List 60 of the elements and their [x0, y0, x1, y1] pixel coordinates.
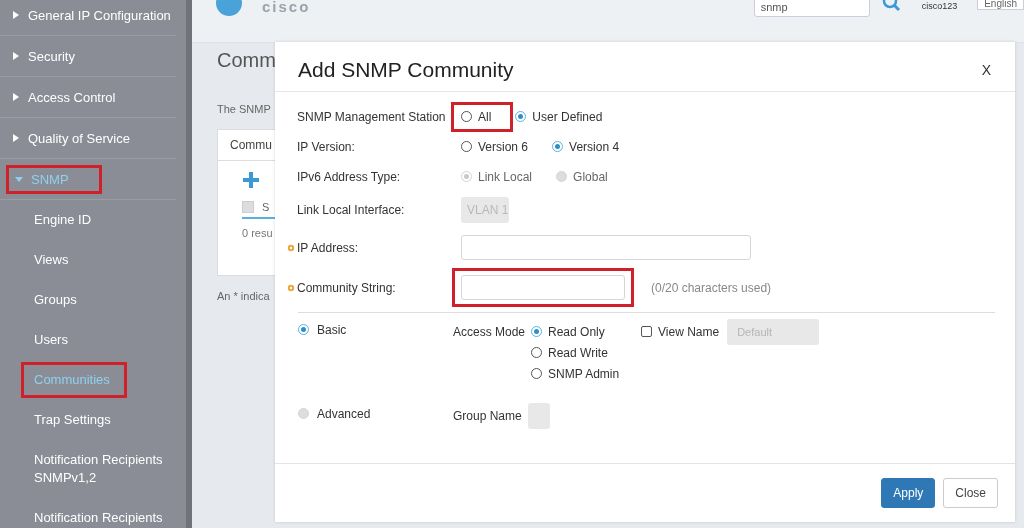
option-label: User Defined [532, 109, 603, 124]
logo-text: cisco [262, 0, 311, 15]
radio-icon[interactable] [531, 347, 543, 359]
radio-icon[interactable] [461, 141, 472, 153]
option-label: Advanced [317, 406, 371, 421]
add-icon[interactable] [242, 171, 260, 189]
field-label: Community String: [297, 280, 396, 295]
field-label: SNMP Management Station [297, 109, 446, 124]
radio-icon[interactable] [515, 111, 527, 123]
username: cisco123 [921, 1, 958, 11]
close-button[interactable]: Close [943, 477, 998, 508]
text-field[interactable] [461, 235, 751, 261]
radio-icon[interactable] [552, 141, 564, 153]
sidebar-item[interactable]: Engine ID [34, 211, 92, 229]
sidebar-section[interactable]: Quality of Service [28, 130, 130, 146]
option-label: Link Local [478, 169, 533, 184]
field-label: Group Name [453, 408, 522, 423]
dialog-title: Add SNMP Community [298, 58, 514, 83]
field-label: Access Mode [453, 324, 526, 339]
option-label: Read Only [548, 324, 605, 339]
field-label: IP Address: [297, 240, 359, 255]
sidebar-item[interactable]: Notification Recipients [34, 509, 163, 527]
sidebar-section[interactable]: General IP Configuration [28, 7, 171, 23]
sidebar-item[interactable]: Views [34, 251, 69, 269]
option-label: Basic [317, 322, 347, 337]
search-icon[interactable] [881, 0, 902, 14]
radio-icon[interactable] [461, 111, 472, 123]
search-field[interactable]: snmp [753, 0, 870, 17]
text-field[interactable] [461, 275, 625, 301]
radio-icon[interactable] [531, 368, 543, 380]
sidebar-item[interactable]: Trap Settings [34, 411, 111, 429]
sidebar-item[interactable]: Groups [34, 291, 77, 309]
page-description: The SNMP [217, 103, 271, 115]
sidebar-item[interactable]: Communities [21, 362, 127, 398]
results-count: 0 resu [242, 227, 274, 239]
radio-icon[interactable] [531, 326, 543, 338]
character-count: (0/20 characters used) [651, 280, 772, 295]
radio-icon[interactable] [298, 324, 309, 336]
page-title: Comm [217, 49, 276, 73]
column-header: S [262, 201, 270, 213]
apply-button[interactable]: Apply [881, 477, 936, 508]
option-label: Read Write [548, 345, 608, 360]
footnote: An * indica [217, 290, 270, 302]
sidebar-section[interactable]: Access Control [28, 89, 116, 105]
sidebar-item[interactable]: Users [34, 331, 68, 349]
field-label: Link Local Interface: [297, 202, 405, 217]
close-button[interactable]: X [977, 58, 995, 83]
option-label: SNMP Admin [548, 366, 620, 381]
option-label: View Name [658, 324, 720, 339]
field-label: IPv6 Address Type: [297, 169, 401, 184]
option-label: Version 4 [569, 139, 620, 154]
checkbox[interactable] [641, 326, 653, 338]
sidebar-item[interactable]: Notification Recipients SNMPv1,2 [34, 451, 186, 487]
option-label: Global [573, 169, 608, 184]
option-label: All [478, 109, 492, 124]
sidebar-section[interactable]: Security [28, 48, 75, 64]
required-icon [287, 283, 295, 292]
option-label: Version 6 [478, 139, 529, 154]
required-icon [287, 243, 295, 252]
language-select[interactable]: English [977, 0, 1024, 10]
